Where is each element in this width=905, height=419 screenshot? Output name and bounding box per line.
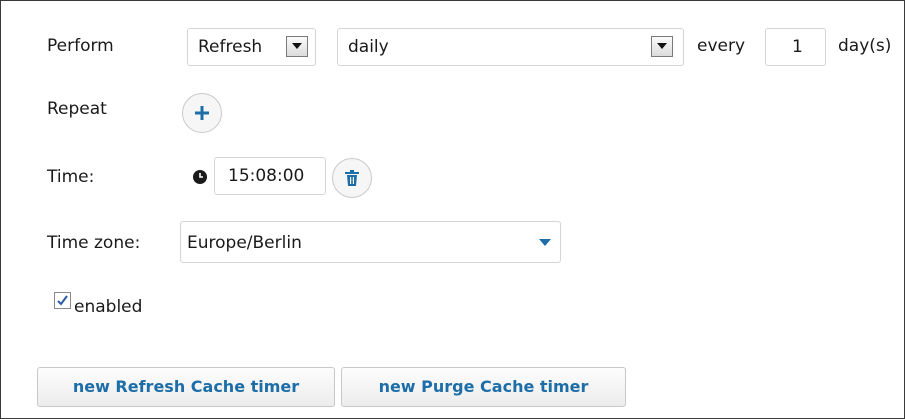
time-label: Time:	[47, 167, 95, 187]
frequency-select-value: daily	[348, 37, 389, 57]
frequency-select[interactable]: daily	[337, 28, 684, 66]
new-refresh-cache-timer-button[interactable]: new Refresh Cache timer	[37, 367, 335, 407]
timezone-label: Time zone:	[47, 233, 141, 253]
timezone-select[interactable]: Europe/Berlin	[180, 221, 561, 263]
action-dropdown-button[interactable]	[286, 36, 308, 57]
every-label: every	[697, 36, 746, 56]
chevron-down-icon	[292, 43, 302, 49]
caret-down-icon	[539, 239, 551, 246]
interval-input-value: 1	[792, 37, 803, 57]
delete-time-button[interactable]	[332, 158, 372, 198]
add-repeat-button[interactable]	[182, 93, 222, 133]
trash-icon	[345, 170, 359, 186]
checkmark-icon	[57, 295, 68, 306]
interval-input[interactable]: 1	[765, 28, 826, 66]
frequency-dropdown-button[interactable]	[651, 36, 673, 57]
time-input[interactable]: 15:08:00	[214, 157, 326, 195]
timezone-select-value: Europe/Berlin	[187, 233, 302, 253]
unit-label: day(s)	[838, 36, 892, 56]
perform-label: Perform	[47, 36, 114, 56]
action-select[interactable]: Refresh	[187, 28, 316, 66]
repeat-label: Repeat	[47, 99, 107, 119]
time-input-value: 15:08:00	[228, 166, 305, 186]
action-select-value: Refresh	[198, 37, 263, 57]
enabled-checkbox[interactable]	[54, 292, 71, 309]
chevron-down-icon	[657, 43, 667, 49]
new-purge-cache-timer-button[interactable]: new Purge Cache timer	[341, 367, 626, 407]
enabled-label: enabled	[74, 297, 143, 317]
plus-icon	[195, 106, 209, 120]
clock-icon	[193, 170, 207, 184]
